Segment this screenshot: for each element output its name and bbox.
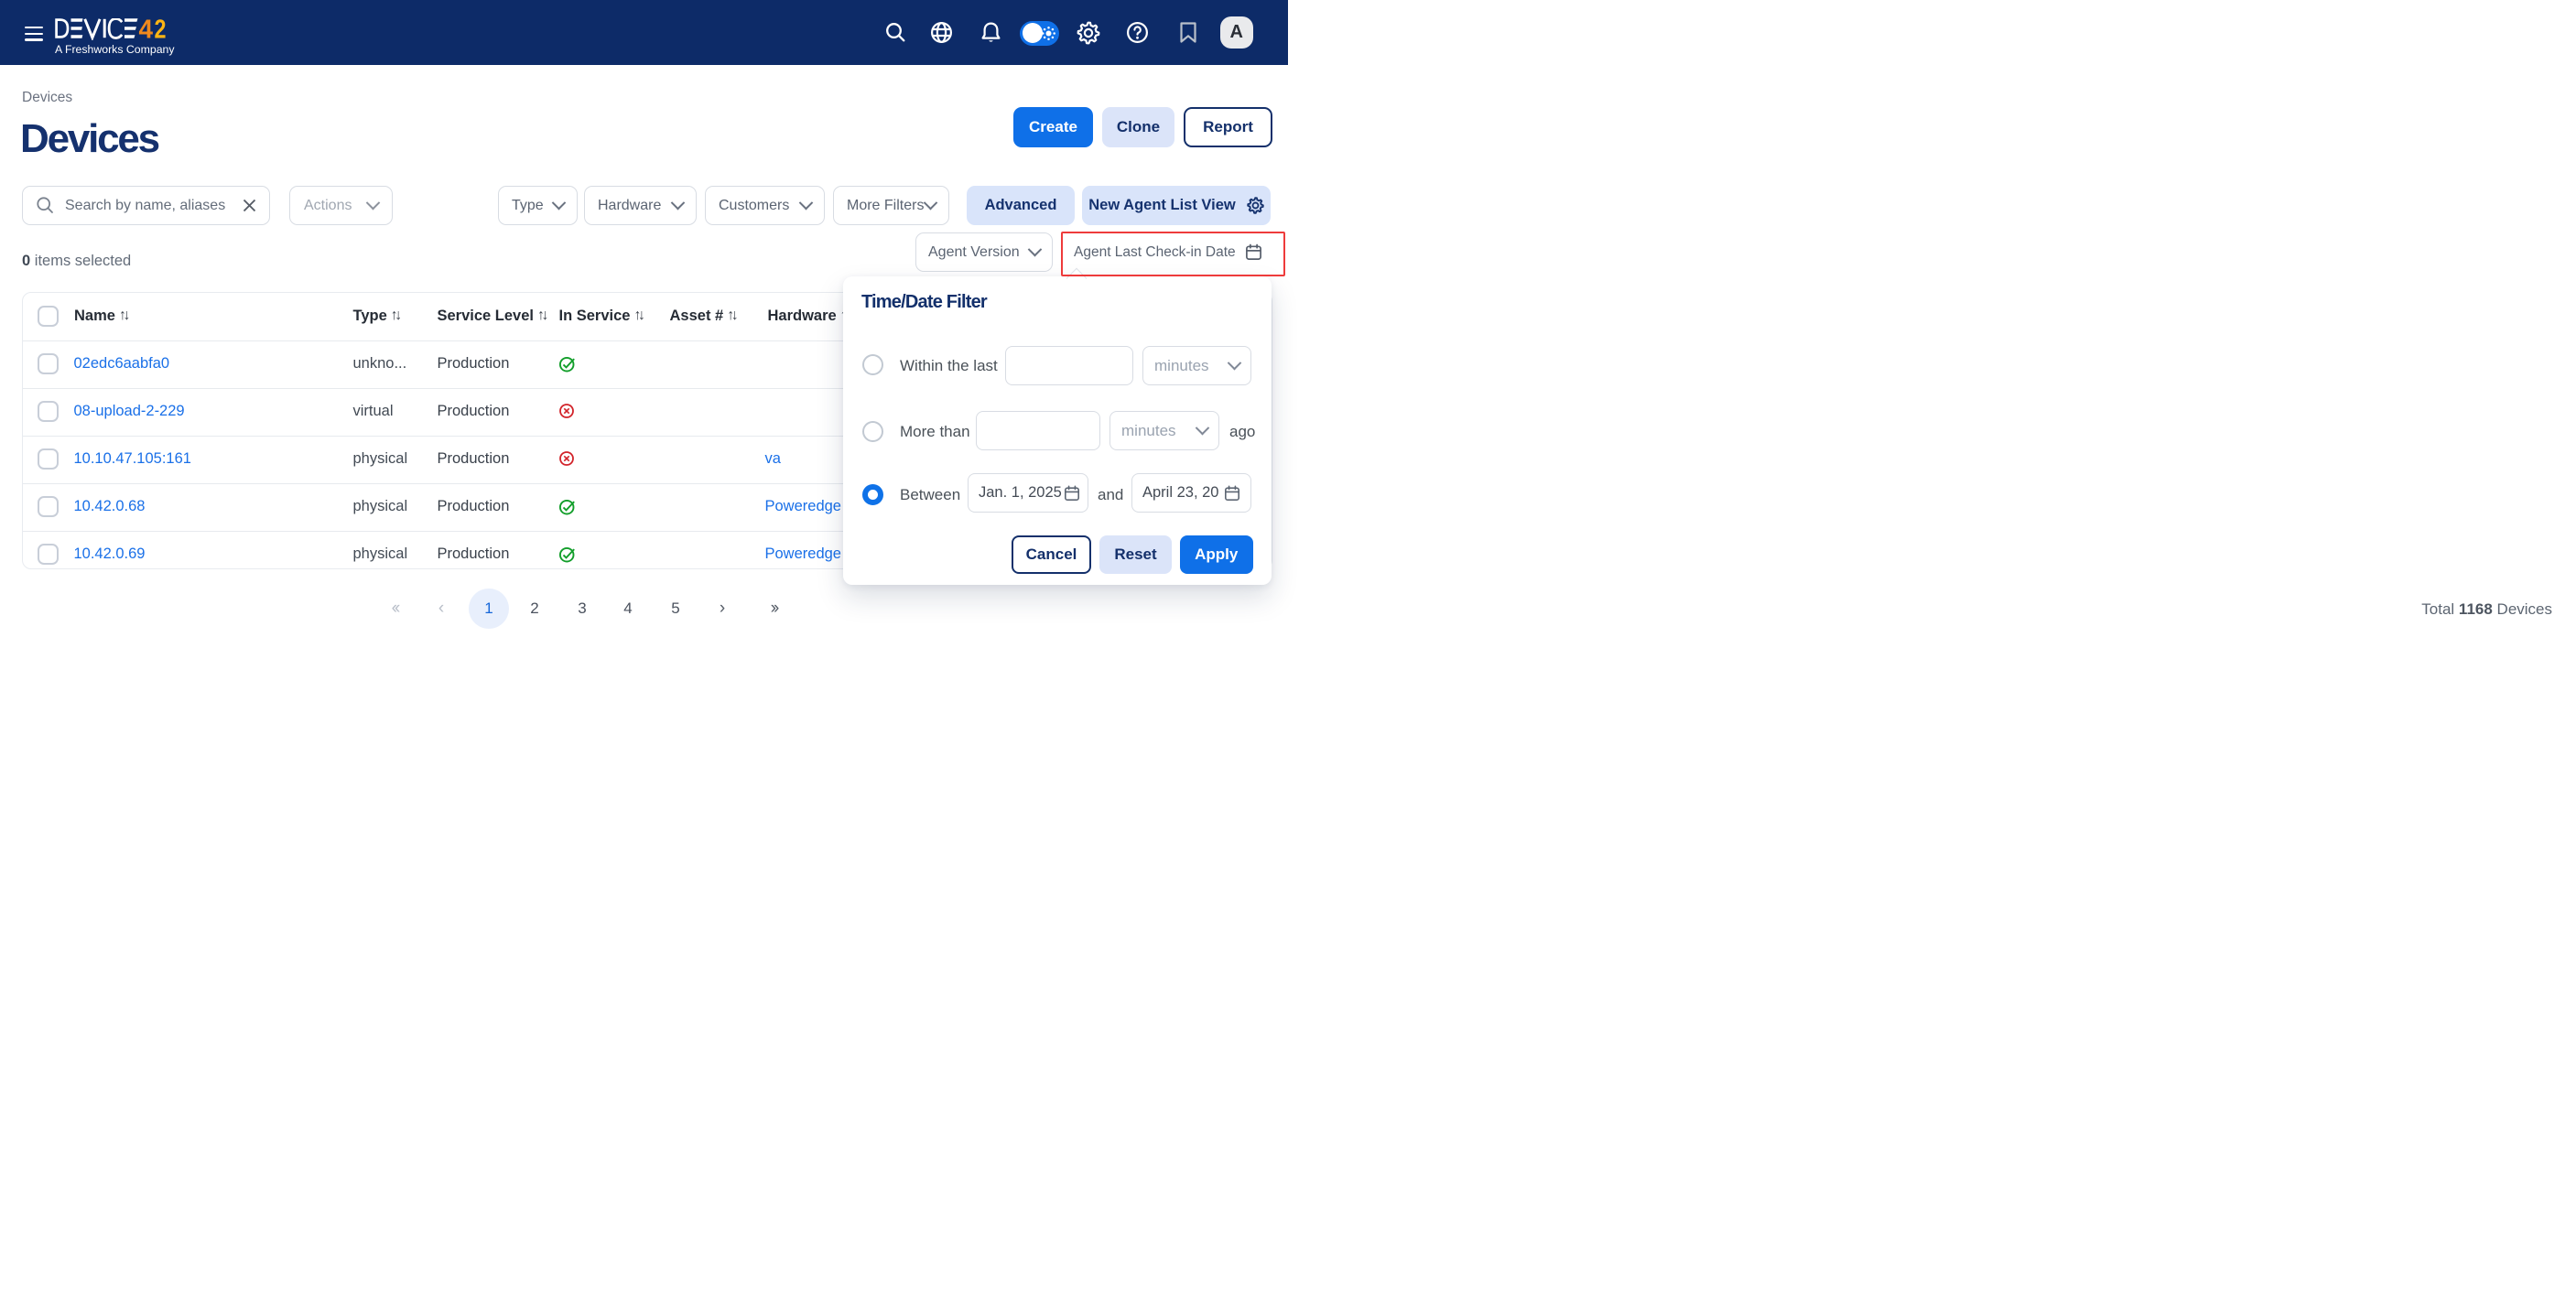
svg-text:4: 4: [139, 18, 154, 40]
svg-text:2: 2: [155, 18, 167, 40]
